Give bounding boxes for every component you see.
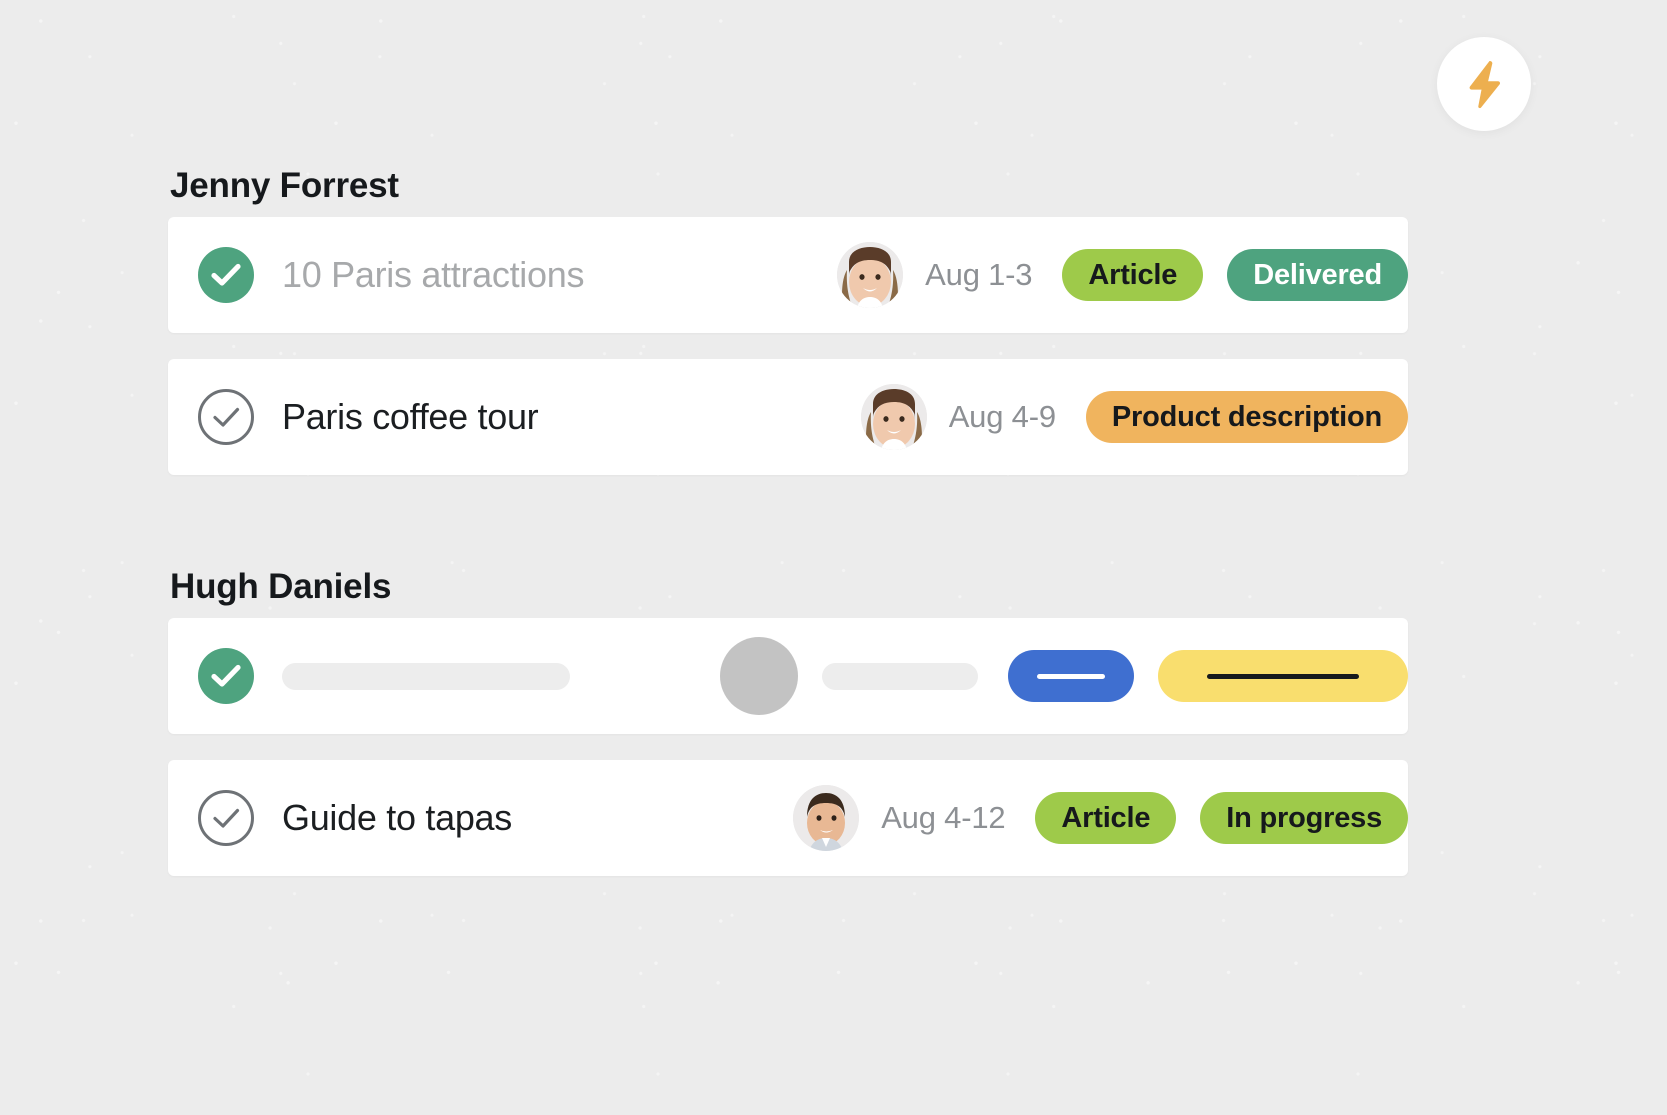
group-jenny-forrest: Jenny Forrest 10 Paris attractions Aug 1… <box>168 168 1408 475</box>
task-title: Guide to tapas <box>282 797 512 838</box>
placeholder-tag-yellow[interactable] <box>1158 650 1408 702</box>
lightning-bolt-button[interactable] <box>1437 37 1531 131</box>
group-hugh-daniels: Hugh Daniels Guide to tapas Aug 4-12 Art… <box>168 569 1408 876</box>
avatar[interactable] <box>837 242 904 308</box>
checkbox-checked-icon[interactable] <box>198 648 254 704</box>
task-row-placeholder[interactable] <box>168 618 1408 734</box>
tag-list <box>1008 650 1408 702</box>
tag-list: Article Delivered <box>1062 249 1408 301</box>
placeholder-tag-line <box>1037 673 1105 679</box>
tag-status-delivered[interactable]: Delivered <box>1227 249 1408 301</box>
placeholder-title-bar <box>282 662 570 690</box>
task-meta: Aug 4-9 Product description <box>860 384 1408 450</box>
task-row[interactable]: Paris coffee tour Aug 4-9 Product descri… <box>168 359 1408 475</box>
task-meta: Aug 4-12 Article In progress <box>793 785 1408 851</box>
lightning-bolt-icon <box>1463 59 1505 109</box>
task-date: Aug 4-9 <box>948 399 1056 434</box>
task-title: 10 Paris attractions <box>282 254 585 295</box>
placeholder-date-bar <box>822 662 978 690</box>
avatar[interactable] <box>793 785 860 851</box>
task-board: Jenny Forrest 10 Paris attractions Aug 1… <box>168 0 1408 876</box>
task-row[interactable]: 10 Paris attractions Aug 1-3 Article Del… <box>168 217 1408 333</box>
avatar[interactable] <box>860 384 927 450</box>
tag-status-in-progress[interactable]: In progress <box>1200 792 1408 844</box>
checkbox-checked-icon[interactable] <box>198 247 254 303</box>
placeholder-tag-blue[interactable] <box>1008 650 1134 702</box>
top-spacer <box>168 0 1408 168</box>
tag-article[interactable]: Article <box>1035 792 1177 844</box>
task-meta: Aug 1-3 Article Delivered <box>837 242 1408 308</box>
task-title: Paris coffee tour <box>282 396 539 437</box>
task-meta <box>720 637 1408 715</box>
tag-article[interactable]: Article <box>1062 249 1204 301</box>
checkbox-unchecked-icon[interactable] <box>198 389 254 445</box>
tag-list: Product description <box>1085 391 1408 443</box>
group-title: Hugh Daniels <box>170 567 392 606</box>
task-row[interactable]: Guide to tapas Aug 4-12 Article In progr… <box>168 760 1408 876</box>
task-date: Aug 1-3 <box>925 257 1033 292</box>
group-title: Jenny Forrest <box>170 166 399 205</box>
placeholder-tag-line <box>1207 673 1359 679</box>
tag-list: Article In progress <box>1035 792 1408 844</box>
placeholder-avatar <box>720 637 798 715</box>
task-date: Aug 4-12 <box>881 800 1006 835</box>
checkbox-unchecked-icon[interactable] <box>198 790 254 846</box>
tag-product-description[interactable]: Product description <box>1085 391 1408 443</box>
